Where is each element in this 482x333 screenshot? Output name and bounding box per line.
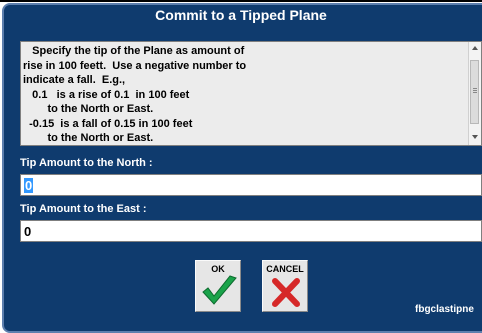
scroll-thumb[interactable] (470, 60, 479, 124)
north-input[interactable]: 0 (20, 174, 482, 196)
east-input[interactable]: 0 (20, 220, 482, 242)
grip-icon (473, 88, 477, 89)
top-border-line (0, 0, 482, 2)
ok-button[interactable]: OK (195, 260, 241, 312)
east-value: 0 (24, 224, 32, 239)
footer-text: fbgclastipne (415, 304, 474, 315)
east-label: Tip Amount to the East : (20, 203, 147, 215)
x-icon (272, 278, 300, 307)
instructions-scrollbar[interactable] (468, 42, 481, 145)
instructions-text: Specify the tip of the Plane as amount o… (23, 45, 247, 144)
north-label: Tip Amount to the North : (20, 157, 153, 169)
scroll-down-icon[interactable] (472, 135, 478, 139)
instructions-textbox[interactable]: Specify the tip of the Plane as amount o… (20, 41, 482, 146)
scroll-up-icon[interactable] (472, 46, 478, 50)
check-icon (202, 275, 237, 305)
cancel-button[interactable]: CANCEL (262, 260, 308, 312)
north-value: 0 (24, 178, 34, 193)
dialog-title: Commit to a Tipped Plane (155, 7, 327, 23)
